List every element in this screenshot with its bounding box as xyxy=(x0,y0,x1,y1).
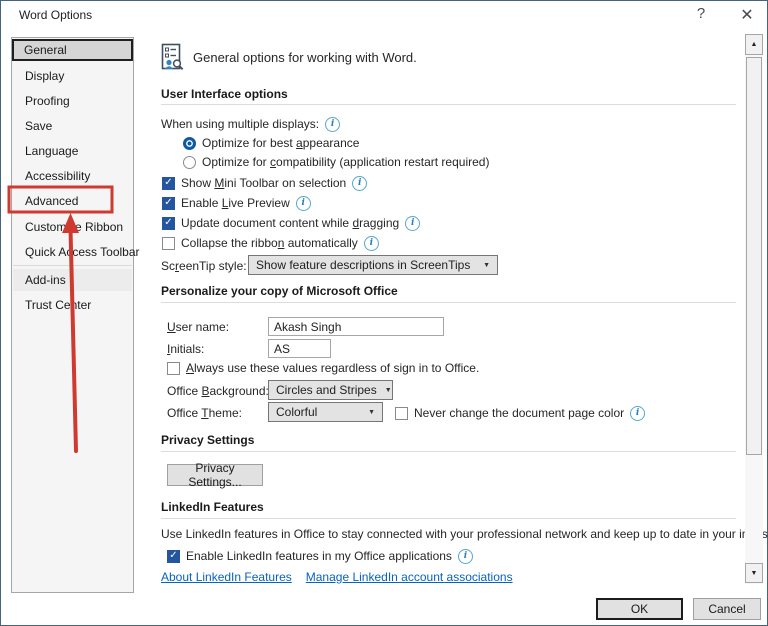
checkbox-mini-toolbar-label: Show Mini Toolbar on selection xyxy=(181,176,347,190)
always-use-values-option[interactable]: Always use these values regardless of si… xyxy=(167,360,479,376)
cancel-button[interactable]: Cancel xyxy=(693,598,761,620)
checkbox-mini-toolbar[interactable]: ✓ xyxy=(162,176,175,190)
checkbox-enable-linkedin[interactable]: ✓ xyxy=(167,549,180,563)
section-divider xyxy=(161,302,736,303)
close-icon[interactable]: ✕ xyxy=(735,5,759,25)
info-icon[interactable]: i xyxy=(405,215,421,231)
word-options-dialog: Word Options ? ✕ General Display Proofin… xyxy=(0,0,768,626)
radio-compatibility[interactable] xyxy=(183,155,196,169)
scrollbar-up-icon[interactable]: ▲ xyxy=(745,34,763,55)
info-icon[interactable]: i xyxy=(325,116,341,132)
info-icon[interactable]: i xyxy=(352,175,368,191)
section-divider xyxy=(161,451,736,452)
sidebar-item-save[interactable]: Save xyxy=(13,115,132,137)
office-theme-label: Office Theme: xyxy=(167,406,242,420)
sidebar-item-add-ins[interactable]: Add-ins xyxy=(13,269,132,291)
enable-linkedin-option[interactable]: ✓ Enable LinkedIn features in my Office … xyxy=(167,548,473,564)
section-divider xyxy=(161,104,736,105)
scrollbar-down-icon[interactable]: ▼ xyxy=(745,563,763,583)
manage-linkedin-link[interactable]: Manage LinkedIn account associations xyxy=(306,570,513,584)
linkedin-links-row: About LinkedIn Features Manage LinkedIn … xyxy=(161,569,513,585)
screentip-style-value: Show feature descriptions in ScreenTips xyxy=(256,258,471,272)
info-icon[interactable]: i xyxy=(363,235,379,251)
office-background-label-row: Office Background: xyxy=(167,383,269,399)
sidebar-item-advanced[interactable]: Advanced xyxy=(13,190,132,212)
multi-display-label: When using multiple displays: xyxy=(161,117,320,131)
dialog-title: Word Options xyxy=(19,8,93,22)
office-theme-value: Colorful xyxy=(276,405,318,419)
screentip-label-row: ScreenTip style: xyxy=(161,258,247,274)
show-mini-toolbar-option[interactable]: ✓ Show Mini Toolbar on selection i xyxy=(162,175,368,191)
sidebar-item-proofing[interactable]: Proofing xyxy=(13,90,132,112)
section-title-ui-options: User Interface options xyxy=(161,87,288,101)
checkbox-enable-linkedin-label: Enable LinkedIn features in my Office ap… xyxy=(186,549,452,563)
radio-best-appearance-label: Optimize for best appearance xyxy=(202,136,360,150)
checkbox-always-use-values[interactable] xyxy=(167,361,180,375)
sidebar: General Display Proofing Save Language A… xyxy=(11,37,140,593)
office-theme-label-row: Office Theme: xyxy=(167,405,242,421)
office-background-label: Office Background: xyxy=(167,384,269,398)
general-options-icon xyxy=(161,43,187,76)
radio-best-appearance[interactable] xyxy=(183,136,196,150)
sidebar-item-customize-ribbon[interactable]: Customize Ribbon xyxy=(13,216,132,238)
checkbox-live-preview[interactable]: ✓ xyxy=(162,196,175,210)
info-icon[interactable]: i xyxy=(630,405,646,421)
never-change-page-color-option[interactable]: Never change the document page color i xyxy=(395,405,646,421)
update-drag-option[interactable]: ✓ Update document content while dragging… xyxy=(162,215,421,231)
optimize-appearance-option[interactable]: Optimize for best appearance xyxy=(183,135,359,151)
about-linkedin-link[interactable]: About LinkedIn Features xyxy=(161,570,292,584)
initials-label: Initials: xyxy=(167,342,205,356)
screentip-label: ScreenTip style: xyxy=(161,259,247,273)
info-icon[interactable]: i xyxy=(457,548,473,564)
help-icon[interactable]: ? xyxy=(689,5,713,22)
sidebar-separator xyxy=(13,265,132,266)
sidebar-item-trust-center[interactable]: Trust Center xyxy=(13,294,132,316)
optimize-compatibility-option[interactable]: Optimize for compatibility (application … xyxy=(183,154,489,170)
scrollbar[interactable]: ▲ ▼ xyxy=(745,34,763,584)
office-background-dropdown[interactable]: Circles and Stripes ▼ xyxy=(268,380,393,400)
section-divider xyxy=(161,518,736,519)
checkbox-never-change-page-color-label: Never change the document page color xyxy=(414,406,625,420)
checkbox-live-preview-label: Enable Live Preview xyxy=(181,196,290,210)
privacy-settings-button[interactable]: Privacy Settings... xyxy=(167,461,263,489)
multi-display-label-row: When using multiple displays: i xyxy=(161,116,341,132)
section-title-personalize: Personalize your copy of Microsoft Offic… xyxy=(161,284,398,298)
sidebar-item-general[interactable]: General xyxy=(12,39,133,61)
user-name-input[interactable] xyxy=(268,317,444,336)
user-name-label: User name: xyxy=(167,320,230,334)
radio-compatibility-label: Optimize for compatibility (application … xyxy=(202,155,490,169)
checkbox-collapse-ribbon-label: Collapse the ribbon automatically xyxy=(181,236,358,250)
page-title: General options for working with Word. xyxy=(193,50,417,65)
checkbox-update-drag-label: Update document content while dragging xyxy=(181,216,400,230)
chevron-down-icon: ▼ xyxy=(384,386,392,394)
sidebar-item-language[interactable]: Language xyxy=(13,140,132,162)
section-title-privacy: Privacy Settings xyxy=(161,433,255,447)
initials-label-row: Initials: xyxy=(167,341,204,357)
live-preview-option[interactable]: ✓ Enable Live Preview i xyxy=(162,195,311,211)
collapse-ribbon-option[interactable]: Collapse the ribbon automatically i xyxy=(162,235,379,251)
office-theme-dropdown[interactable]: Colorful ▼ xyxy=(268,402,383,422)
initials-input[interactable] xyxy=(268,339,331,358)
checkbox-never-change-page-color[interactable] xyxy=(395,406,408,420)
dialog-frame: Word Options ? ✕ General Display Proofin… xyxy=(0,0,768,626)
section-title-linkedin: LinkedIn Features xyxy=(161,500,264,514)
chevron-down-icon: ▼ xyxy=(368,408,375,416)
sidebar-item-quick-access-toolbar[interactable]: Quick Access Toolbar xyxy=(13,241,140,263)
sidebar-item-display[interactable]: Display xyxy=(13,65,132,87)
chevron-down-icon: ▼ xyxy=(483,261,490,269)
user-name-label-row: User name: xyxy=(167,319,229,335)
scrollbar-thumb[interactable] xyxy=(746,57,762,455)
ok-button[interactable]: OK xyxy=(596,598,683,620)
checkbox-always-use-values-label: Always use these values regardless of si… xyxy=(186,361,480,375)
checkbox-collapse-ribbon[interactable] xyxy=(162,236,175,250)
screentip-style-dropdown[interactable]: Show feature descriptions in ScreenTips … xyxy=(248,255,498,275)
sidebar-item-accessibility[interactable]: Accessibility xyxy=(13,165,132,187)
linkedin-description: Use LinkedIn features in Office to stay … xyxy=(161,527,768,541)
checkbox-update-drag[interactable]: ✓ xyxy=(162,216,175,230)
office-background-value: Circles and Stripes xyxy=(276,383,377,397)
info-icon[interactable]: i xyxy=(295,195,311,211)
